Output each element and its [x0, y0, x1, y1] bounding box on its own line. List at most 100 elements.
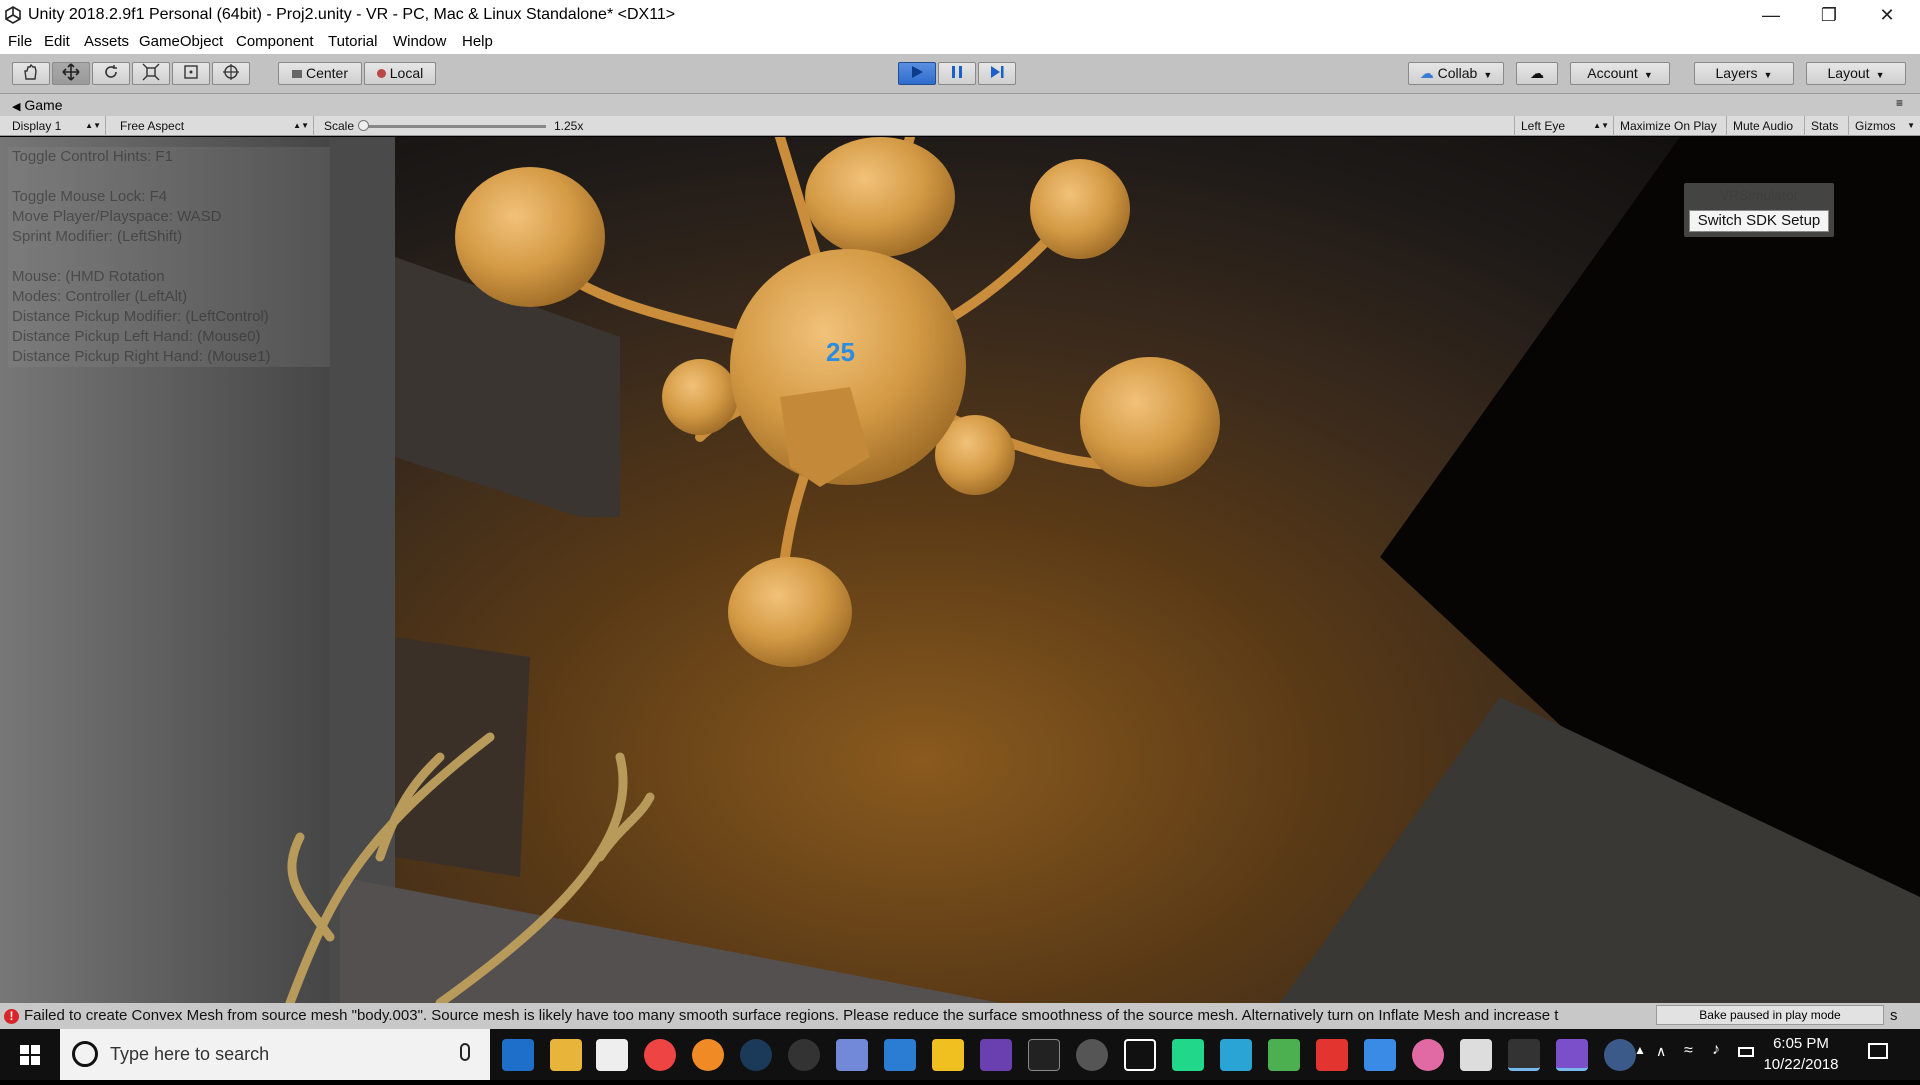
close-button[interactable]: ✕ [1858, 0, 1916, 30]
menu-gameobject[interactable]: GameObject [139, 30, 223, 54]
git-icon[interactable] [1268, 1039, 1300, 1071]
firefox-icon[interactable] [692, 1039, 724, 1071]
edge-icon[interactable] [502, 1039, 534, 1071]
notifications-icon[interactable] [1868, 1043, 1888, 1059]
layers-dropdown[interactable]: Layers ▼ [1694, 62, 1794, 85]
pivot-local-button[interactable]: Local [364, 62, 436, 85]
rect-tool-button[interactable] [172, 62, 210, 85]
microphone-icon[interactable] [460, 1043, 470, 1061]
move-tool-button[interactable] [52, 62, 90, 85]
show-hidden-icons-icon[interactable]: ∧ [1656, 1043, 1666, 1060]
mute-audio-toggle[interactable]: Mute Audio [1727, 116, 1805, 136]
menu-edit[interactable]: Edit [44, 30, 70, 54]
taskbar-clock[interactable]: 6:05 PM 10/22/2018 [1756, 1033, 1846, 1075]
clock-date: 10/22/2018 [1763, 1056, 1839, 1073]
taskbar-scroll-icon[interactable]: ▲ [1634, 1043, 1646, 1057]
adobe-icon[interactable] [1316, 1039, 1348, 1071]
unity-icon[interactable] [1508, 1039, 1540, 1071]
chrome-icon[interactable] [644, 1039, 676, 1071]
dropdown-arrow-icon: ▲▼ [293, 121, 309, 130]
visual-studio-icon[interactable] [980, 1039, 1012, 1071]
play-button[interactable] [898, 62, 936, 85]
chandelier-cup [1080, 357, 1220, 487]
pivot-center-button[interactable]: Center [278, 62, 362, 85]
hint-line: Toggle Mouse Lock: F4 [12, 188, 168, 205]
store-icon[interactable] [596, 1039, 628, 1071]
bake-status: Bake paused in play mode [1656, 1005, 1884, 1025]
dropdown-arrow-icon: ▼ [1763, 70, 1773, 80]
remote-icon[interactable] [1364, 1039, 1396, 1071]
console-error-message[interactable]: Failed to create Convex Mesh from source… [24, 1003, 1654, 1029]
transform-tool-button[interactable] [212, 62, 250, 85]
outlook-icon[interactable] [884, 1039, 916, 1071]
volume-icon[interactable]: ♪ [1712, 1041, 1720, 1059]
error-icon: ! [4, 1009, 19, 1024]
scale-slider[interactable] [362, 125, 546, 128]
aspect-dropdown[interactable]: Free Aspect ▲▼ [114, 116, 314, 136]
photos-icon[interactable] [1460, 1039, 1492, 1071]
intellij-icon[interactable] [1124, 1039, 1156, 1071]
file-explorer-icon[interactable] [550, 1039, 582, 1071]
dropdown-arrow-icon: ▼ [1483, 70, 1493, 80]
menu-assets[interactable]: Assets [84, 30, 129, 54]
battery-icon[interactable] [1738, 1047, 1754, 1057]
star-app-icon[interactable] [932, 1039, 964, 1071]
switch-sdk-button[interactable]: Switch SDK Setup [1689, 210, 1829, 232]
gizmos-label: Gizmos [1855, 119, 1896, 133]
scale-slider-thumb[interactable] [358, 120, 369, 131]
osu-icon[interactable] [1412, 1039, 1444, 1071]
app-icon[interactable] [1076, 1039, 1108, 1071]
hint-line: Toggle Control Hints: F1 [12, 148, 173, 165]
terminal-icon[interactable] [1028, 1039, 1060, 1071]
vs-purple-icon[interactable] [1556, 1039, 1588, 1071]
blender-icon[interactable] [1220, 1039, 1252, 1071]
stats-label: Stats [1811, 119, 1839, 133]
gizmos-dropdown[interactable]: Gizmos ▼ [1849, 116, 1917, 136]
account-label: Account [1587, 65, 1638, 81]
collab-dropdown[interactable]: ☁ Collab ▼ [1408, 62, 1504, 85]
cloud-services-button[interactable]: ☁ [1516, 62, 1558, 85]
steam-icon[interactable] [740, 1039, 772, 1071]
minimize-button[interactable]: — [1742, 0, 1800, 30]
tab-menu-icon[interactable]: ≡ [1896, 92, 1903, 114]
stats-toggle[interactable]: Stats [1805, 116, 1849, 136]
menu-file[interactable]: File [8, 30, 32, 54]
rotate-tool-button[interactable] [92, 62, 130, 85]
mute-label: Mute Audio [1733, 119, 1794, 133]
taskbar-search-box[interactable]: Type here to search [60, 1029, 490, 1080]
account-dropdown[interactable]: Account ▼ [1570, 62, 1670, 85]
step-button[interactable] [978, 62, 1016, 85]
eye-dropdown[interactable]: Left Eye ▲▼ [1514, 116, 1614, 136]
menu-window[interactable]: Window [393, 30, 446, 54]
hint-line: Move Player/Playspace: WASD [12, 208, 222, 225]
chandelier-cup [662, 359, 738, 435]
hint-line [8, 167, 330, 187]
restore-button[interactable]: ❐ [1800, 0, 1858, 30]
display-dropdown[interactable]: Display 1 ▲▼ [6, 116, 106, 136]
pycharm-icon[interactable] [1172, 1039, 1204, 1071]
dropdown-arrow-icon: ▲▼ [1593, 121, 1609, 130]
discord-icon[interactable] [836, 1039, 868, 1071]
game-tab[interactable]: ◀ Game [12, 94, 62, 118]
maximize-on-play-toggle[interactable]: Maximize On Play [1614, 116, 1727, 136]
maximize-label: Maximize On Play [1620, 119, 1717, 133]
pivot-local-label: Local [389, 65, 424, 81]
unity-logo-icon [5, 6, 21, 24]
menu-component[interactable]: Component [236, 30, 314, 54]
vr-simulator-panel: VRSimulator Switch SDK Setup [1684, 183, 1834, 237]
hint-line: Modes: Controller (LeftAlt) [12, 288, 188, 305]
game-viewport[interactable]: Toggle Control Hints: F1 Toggle Mouse Lo… [0, 137, 1920, 1003]
aspect-label: Free Aspect [120, 119, 185, 133]
wifi-icon[interactable]: ≈ [1684, 1042, 1693, 1060]
start-button[interactable] [0, 1029, 60, 1080]
game-controller-icon: ◀ [12, 101, 21, 113]
hand-tool-button[interactable] [12, 62, 50, 85]
vr-icon[interactable] [1604, 1039, 1636, 1071]
obs-icon[interactable] [788, 1039, 820, 1071]
layout-dropdown[interactable]: Layout ▼ [1806, 62, 1906, 85]
menu-help[interactable]: Help [462, 30, 493, 54]
pause-button[interactable] [938, 62, 976, 85]
scale-tool-button[interactable] [132, 62, 170, 85]
chandelier-cup [455, 167, 605, 307]
menu-tutorial[interactable]: Tutorial [328, 30, 377, 54]
